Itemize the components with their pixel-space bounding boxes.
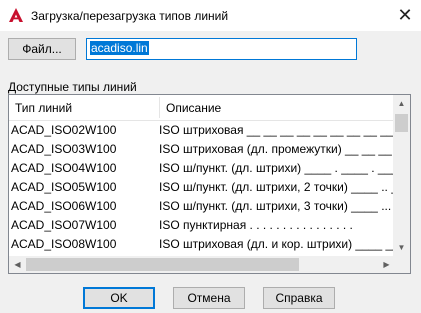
linetype-description: ISO ш/пункт. (дл. штрихи, 3 точки) ____ … [159,199,395,213]
list-header: Тип линий Описание [9,95,395,121]
horizontal-scroll-thumb[interactable] [26,258,299,271]
autocad-logo-icon [9,8,23,22]
horizontal-scrollbar[interactable]: ◀ ▶ [9,256,395,273]
linetype-description: ISO ш/пункт. (дл. штрихи, 2 точки) ____ … [159,180,395,194]
file-name-field[interactable]: acadiso.lin [86,38,357,60]
scroll-left-arrow-icon[interactable]: ◀ [9,256,26,273]
file-name-value: acadiso.lin [90,41,149,55]
cancel-button[interactable]: Отмена [173,287,245,309]
linetype-description: ISO штриховая __ __ __ __ __ __ __ __ __… [159,123,395,137]
help-button[interactable]: Справка [263,287,335,309]
list-item[interactable]: ACAD_ISO04W100 ISO ш/пункт. (дл. штрихи)… [9,159,395,178]
list-item[interactable]: ACAD_ISO02W100 ISO штриховая __ __ __ __… [9,121,395,140]
linetype-name: ACAD_ISO03W100 [11,142,117,156]
scroll-down-arrow-icon[interactable]: ▼ [393,239,410,256]
vertical-scroll-thumb[interactable] [395,114,408,132]
list-rows: ACAD_ISO02W100 ISO штриховая __ __ __ __… [9,121,395,254]
column-divider[interactable] [159,97,160,118]
file-button[interactable]: Файл... [8,38,76,60]
linetype-name: ACAD_ISO08W100 [11,237,117,251]
column-header-linetype[interactable]: Тип линий [15,101,72,115]
scroll-up-arrow-icon[interactable]: ▲ [393,95,410,112]
linetype-name: ACAD_ISO06W100 [11,199,117,213]
window-title: Загрузка/перезагрузка типов линий [31,9,229,23]
close-button[interactable]: ✕ [389,0,421,31]
title-bar: Загрузка/перезагрузка типов линий ✕ [0,0,421,31]
list-item[interactable]: ACAD_ISO05W100 ISO ш/пункт. (дл. штрихи,… [9,178,395,197]
vertical-scrollbar[interactable]: ▲ ▼ [393,95,410,256]
linetype-description: ISO штриховая (дл. и кор. штрихи) ____ _… [159,237,395,251]
close-icon: ✕ [397,5,413,25]
list-item[interactable]: ACAD_ISO08W100 ISO штриховая (дл. и кор.… [9,235,395,254]
linetype-name: ACAD_ISO05W100 [11,180,117,194]
linetype-name: ACAD_ISO04W100 [11,161,117,175]
linetype-description: ISO пунктирная . . . . . . . . . . . . .… [159,218,353,232]
column-header-description[interactable]: Описание [166,101,221,115]
linetype-description: ISO штриховая (дл. промежутки) __ __ __ [159,142,392,156]
list-item[interactable]: ACAD_ISO06W100 ISO ш/пункт. (дл. штрихи,… [9,197,395,216]
list-item[interactable]: ACAD_ISO03W100 ISO штриховая (дл. промеж… [9,140,395,159]
linetype-name: ACAD_ISO07W100 [11,218,117,232]
scrollbar-corner [393,256,410,273]
ok-button[interactable]: OK [83,287,155,309]
list-item[interactable]: ACAD_ISO07W100 ISO пунктирная . . . . . … [9,216,395,235]
available-linetypes-label: Доступные типы линий [8,80,137,94]
linetype-description: ISO ш/пункт. (дл. штрихи) ____ . ____ . … [159,161,395,175]
linetype-list[interactable]: Тип линий Описание ACAD_ISO02W100 ISO шт… [8,94,411,274]
linetype-name: ACAD_ISO02W100 [11,123,117,137]
